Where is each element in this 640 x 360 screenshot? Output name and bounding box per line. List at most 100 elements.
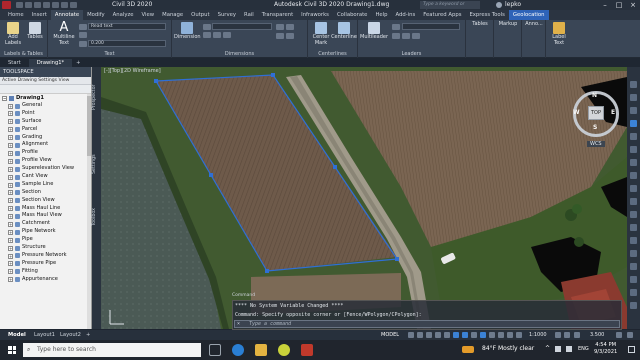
maximize-icon[interactable]: □ xyxy=(612,0,626,10)
centerline-button[interactable]: Centerline xyxy=(331,22,357,41)
grip-point[interactable] xyxy=(209,173,213,177)
settings-icon[interactable] xyxy=(630,198,637,205)
tree-item-profile[interactable]: + Profile xyxy=(0,149,92,157)
command-input[interactable]: × Type a command xyxy=(234,320,620,328)
tree-item-section-view[interactable]: + Section View xyxy=(0,197,92,205)
multiline-text-button[interactable]: A Multiline Text xyxy=(51,21,77,46)
undo-icon[interactable] xyxy=(61,2,68,8)
dim-oblique-icon[interactable] xyxy=(286,33,294,39)
ribbon-tab-infraworks[interactable]: Infraworks xyxy=(297,10,333,20)
markup-panel-button[interactable]: Markup xyxy=(496,21,520,28)
tree-item-profile-view[interactable]: + Profile View xyxy=(0,157,92,165)
grip-point[interactable] xyxy=(154,79,158,83)
grip-point[interactable] xyxy=(333,165,337,169)
ribbon-tab-output[interactable]: Output xyxy=(187,10,213,20)
dynamic-ucs-icon[interactable] xyxy=(507,332,513,338)
system-clock[interactable]: 4:54 PM 9/3/2021 xyxy=(594,342,617,356)
ribbon-tab-annotate[interactable]: Annotate xyxy=(50,10,84,20)
object-snap-icon[interactable] xyxy=(462,332,468,338)
ribbon-tab-collaborate[interactable]: Collaborate xyxy=(333,10,372,20)
ribbon-tab-modify[interactable]: Modify xyxy=(83,10,109,20)
tree-item-fitting[interactable]: + Fitting xyxy=(0,268,92,276)
expand-icon[interactable]: + xyxy=(8,150,13,156)
dim-continue-icon[interactable] xyxy=(213,32,221,38)
expand-icon[interactable]: + xyxy=(8,221,13,227)
tab-prospector[interactable]: Prospector xyxy=(92,77,101,117)
remove-leader-icon[interactable] xyxy=(402,33,410,39)
save-icon[interactable] xyxy=(34,2,41,8)
help-search-input[interactable]: Type a keyword or phrase xyxy=(420,1,480,15)
tree-item-parcel[interactable]: + Parcel xyxy=(0,126,92,134)
redo-icon[interactable] xyxy=(70,2,77,8)
dim-space-icon[interactable] xyxy=(286,24,294,30)
workspace-icon[interactable] xyxy=(555,332,561,338)
showmotion-icon[interactable] xyxy=(630,185,637,192)
multileader-button[interactable]: Multileader xyxy=(360,22,388,41)
markup-icon[interactable] xyxy=(630,250,637,257)
expand-icon[interactable]: + xyxy=(8,119,13,125)
expand-icon[interactable]: + xyxy=(8,174,13,180)
tree-item-section[interactable]: + Section xyxy=(0,189,92,197)
label-text-button[interactable]: Label Text xyxy=(548,22,570,46)
lineweight-icon[interactable] xyxy=(471,332,477,338)
tab-toolbox[interactable]: Toolbox xyxy=(92,202,101,232)
ribbon-tab-transparent[interactable]: Transparent xyxy=(258,10,297,20)
3d-osnap-icon[interactable] xyxy=(498,332,504,338)
expand-icon[interactable]: + xyxy=(8,269,13,275)
expand-icon[interactable]: + xyxy=(8,135,13,141)
tree-item-structure[interactable]: + Structure xyxy=(0,244,92,252)
expand-icon[interactable]: + xyxy=(8,198,13,204)
ribbon-tab-featured-apps[interactable]: Featured Apps xyxy=(419,10,465,20)
expand-icon[interactable]: + xyxy=(8,158,13,164)
find-text-icon[interactable] xyxy=(79,32,87,38)
viewcube[interactable]: TOP N S E W xyxy=(573,91,619,137)
new-tab-icon[interactable]: + xyxy=(72,59,84,67)
tree-item-catchment[interactable]: + Catchment xyxy=(0,220,92,228)
orbit-icon[interactable] xyxy=(630,172,637,179)
snap-icon[interactable] xyxy=(417,332,423,338)
compass-north[interactable]: N xyxy=(592,92,597,99)
layers-icon[interactable] xyxy=(630,107,637,114)
steering-wheel-icon[interactable] xyxy=(630,133,637,140)
customization-icon[interactable] xyxy=(616,332,622,338)
grip-points[interactable] xyxy=(154,73,399,273)
windows-start-icon[interactable] xyxy=(8,346,16,354)
grid-icon[interactable] xyxy=(408,332,414,338)
panel-options-icon[interactable] xyxy=(630,302,637,309)
zoom-icon[interactable] xyxy=(630,159,637,166)
quickcalc-icon[interactable] xyxy=(630,263,637,270)
dim-update-icon[interactable] xyxy=(276,33,284,39)
grip-point[interactable] xyxy=(265,269,269,273)
dim-break-icon[interactable] xyxy=(223,32,231,38)
anno-panel-button[interactable]: Anno... xyxy=(523,21,545,28)
viewcube-top-face[interactable]: TOP xyxy=(588,106,604,120)
expand-icon[interactable]: + xyxy=(8,166,13,172)
grip-point[interactable] xyxy=(271,73,275,77)
annotation-visibility-icon[interactable] xyxy=(516,332,522,338)
tree-item-point[interactable]: + Point xyxy=(0,110,92,118)
map-tools-icon[interactable] xyxy=(630,81,637,88)
tree-item-mass-haul-view[interactable]: + Mass Haul View xyxy=(0,212,92,220)
panel-collapse-icon[interactable] xyxy=(630,289,637,296)
app-logo-icon[interactable] xyxy=(2,1,11,9)
parcel-selection[interactable] xyxy=(101,67,627,329)
selection-cycling-icon[interactable] xyxy=(489,332,495,338)
ribbon-tab-rail[interactable]: Rail xyxy=(240,10,258,20)
taskbar-search-input[interactable]: ⌕ Type here to search xyxy=(23,343,201,357)
annotation-monitor-icon[interactable] xyxy=(564,332,570,338)
civil3d-taskbar-icon[interactable] xyxy=(301,344,313,356)
ribbon-tab-insert[interactable]: Insert xyxy=(28,10,51,20)
tree-item-superelevation-view[interactable]: + Superelevation View xyxy=(0,165,92,173)
zoom-value[interactable]: 3.500 xyxy=(590,331,604,339)
expand-icon[interactable]: + xyxy=(8,245,13,251)
find-text-field[interactable] xyxy=(88,31,166,38)
new-icon[interactable] xyxy=(16,2,23,8)
ribbon-tab-help[interactable]: Help xyxy=(371,10,391,20)
design-center-icon[interactable] xyxy=(630,237,637,244)
language-indicator[interactable]: ENG xyxy=(578,346,589,352)
expand-icon[interactable]: + xyxy=(8,111,13,117)
info-icon[interactable] xyxy=(630,120,637,127)
compass-east[interactable]: E xyxy=(611,109,615,116)
expand-icon[interactable]: + xyxy=(8,103,13,109)
network-icon[interactable] xyxy=(555,346,561,352)
